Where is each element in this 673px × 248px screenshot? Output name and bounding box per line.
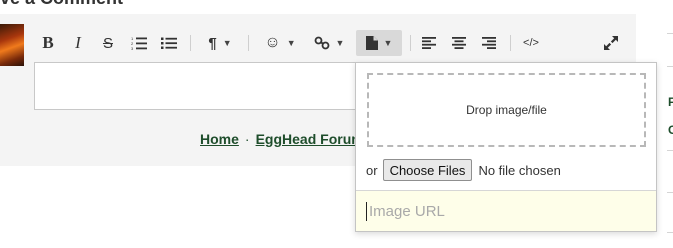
insert-file-popup: Drop image/file or Choose Files No file … [355,62,657,232]
align-right-icon [482,37,496,49]
page-heading: ve a Comment [0,0,123,9]
emoji-dropdown[interactable]: ☺ ▼ [262,30,298,56]
italic-button[interactable]: I [70,30,86,56]
toolbar-divider [190,35,191,51]
toolbar-divider [510,35,511,51]
home-link[interactable]: Home [200,131,239,147]
forum-link[interactable]: EggHead Forum [256,131,364,147]
right-divider [667,33,673,34]
align-center-button[interactable] [450,30,468,56]
avatar [0,24,24,66]
right-divider [667,232,673,233]
file-status-text: No file chosen [478,162,561,178]
or-label: or [366,162,378,178]
right-divider [667,192,673,193]
link-dropdown[interactable]: ▼ [310,30,348,56]
chevron-down-icon: ▼ [286,38,296,48]
file-dropzone[interactable]: Drop image/file [367,73,646,147]
footer-separator: · [244,131,250,147]
chevron-down-icon: ▼ [383,38,393,48]
ordered-list-button[interactable]: 1 2 3 [130,30,148,56]
chevron-down-icon: ▼ [335,38,345,48]
align-left-icon [422,37,436,49]
right-divider [667,150,673,151]
code-icon: </> [523,37,539,49]
svg-text:3: 3 [131,46,134,50]
footer-breadcrumb: Home · EggHead Forum [200,131,364,147]
file-input-row: or Choose Files No file chosen [366,159,561,181]
toolbar-divider [248,35,249,51]
paragraph-format-dropdown[interactable]: ¶ ▼ [202,30,238,56]
ordered-list-icon: 1 2 3 [131,36,147,50]
bullet-list-icon [161,37,177,49]
strikethrough-button[interactable]: S [100,30,116,56]
align-left-button[interactable] [420,30,438,56]
insert-file-dropdown[interactable]: ▼ [356,30,402,56]
paragraph-icon: ¶ [208,34,217,52]
bullet-list-button[interactable] [160,30,178,56]
bold-button[interactable]: B [40,30,56,56]
fullscreen-button[interactable] [602,30,620,56]
align-right-button[interactable] [480,30,498,56]
file-icon [365,36,378,50]
dropzone-label: Drop image/file [466,103,547,117]
image-url-input[interactable] [366,201,646,221]
right-edge-link[interactable]: C [668,123,673,137]
link-icon [314,36,329,50]
choose-files-button[interactable]: Choose Files [382,159,473,181]
align-center-icon [452,37,466,49]
right-edge-link[interactable]: F [668,95,673,109]
code-view-button[interactable]: </> [520,30,542,56]
image-url-field [356,190,656,231]
right-divider [667,66,673,67]
expand-icon [604,36,618,50]
chevron-down-icon: ▼ [222,38,232,48]
toolbar-divider [410,35,411,51]
smiley-icon: ☺ [264,34,281,51]
